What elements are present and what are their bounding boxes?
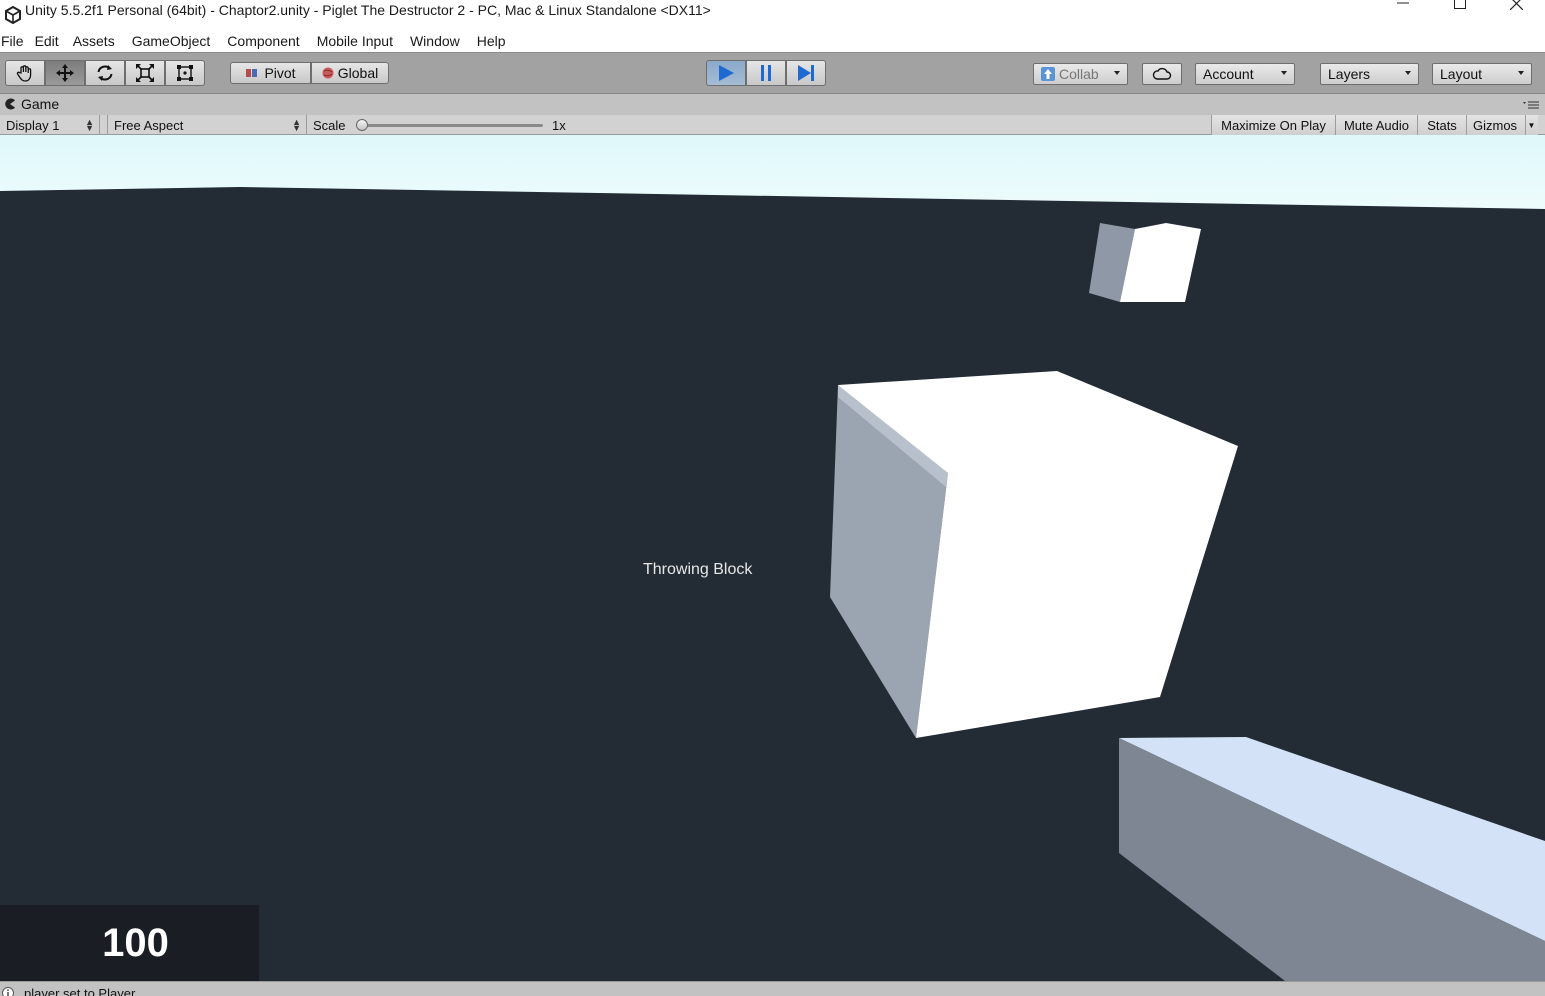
account-dropdown[interactable]: Account <box>1195 63 1295 85</box>
account-label: Account <box>1203 66 1254 82</box>
pivot-label: Pivot <box>264 65 296 81</box>
main-toolbar: Pivot Global Collab Account Layers Layou… <box>0 52 1545 94</box>
mute-audio-button[interactable]: Mute Audio <box>1335 115 1417 135</box>
maximize-label: Maximize On Play <box>1221 117 1326 133</box>
pivot-global-group: Pivot Global <box>230 62 389 84</box>
menu-assets[interactable]: Assets <box>73 33 123 49</box>
transform-tools <box>5 60 205 86</box>
cloud-icon <box>1152 67 1172 80</box>
cloud-button[interactable] <box>1142 63 1182 85</box>
layout-label: Layout <box>1440 66 1483 82</box>
menu-edit[interactable]: Edit <box>35 33 67 49</box>
scale-slider-thumb[interactable] <box>356 119 368 131</box>
game-tab-bar: Game <box>0 94 1545 115</box>
layers-label: Layers <box>1328 66 1371 82</box>
tab-game[interactable]: Game <box>4 96 59 112</box>
rotate-tool-button[interactable] <box>85 60 125 86</box>
game-tab-label: Game <box>21 96 60 112</box>
stats-button[interactable]: Stats <box>1417 115 1466 135</box>
global-label: Global <box>337 65 379 81</box>
close-icon <box>1510 0 1523 10</box>
menu-mobile-input[interactable]: Mobile Input <box>317 33 401 49</box>
mute-label: Mute Audio <box>1343 117 1410 133</box>
game-viewport[interactable]: Throwing Block 100 <box>0 135 1545 981</box>
minimize-icon <box>1396 2 1409 4</box>
step-icon <box>798 65 814 81</box>
collab-dropdown[interactable]: Collab <box>1033 63 1128 85</box>
updown-icon: ▲ ▼ <box>85 117 94 133</box>
scene-render <box>0 135 1545 981</box>
play-button[interactable] <box>706 60 746 86</box>
chevron-down-icon <box>1281 71 1287 75</box>
menu-file[interactable]: File <box>1 33 32 49</box>
status-bar[interactable]: player set to Player <box>0 981 1545 996</box>
info-icon <box>2 987 14 996</box>
chevron-down-icon[interactable]: ▼ <box>1525 115 1537 135</box>
window-titlebar: Unity 5.5.2f1 Personal (64bit) - Chaptor… <box>0 0 1545 30</box>
layers-dropdown[interactable]: Layers <box>1320 63 1419 85</box>
window-controls <box>1374 0 1545 30</box>
rect-tool-icon <box>177 65 193 81</box>
aspect-dropdown[interactable]: Free Aspect ▲ ▼ <box>107 115 307 135</box>
pacman-icon <box>5 98 15 110</box>
maximize-button[interactable] <box>1431 0 1488 18</box>
gizmos-dropdown[interactable]: Gizmos ▼ <box>1466 115 1538 135</box>
scale-control: Scale <box>313 115 346 135</box>
move-tool-button[interactable] <box>45 60 85 86</box>
collab-icon <box>1041 67 1055 81</box>
scale-icon <box>136 64 154 82</box>
move-icon <box>56 64 74 82</box>
minimize-button[interactable] <box>1374 0 1431 18</box>
display-label: Display 1 <box>6 117 60 133</box>
step-button[interactable] <box>786 60 826 86</box>
menu-gameobject[interactable]: GameObject <box>132 33 219 49</box>
rotate-icon <box>97 65 113 81</box>
unity-logo-icon <box>2 6 24 24</box>
aspect-label: Free Aspect <box>114 117 184 133</box>
score-value: 100 <box>102 920 169 965</box>
pivot-button[interactable]: Pivot <box>230 62 311 84</box>
pause-button[interactable] <box>746 60 786 86</box>
menu-help[interactable]: Help <box>477 33 514 49</box>
playback-controls <box>706 60 826 86</box>
maximize-on-play-button[interactable]: Maximize On Play <box>1211 115 1335 135</box>
hand-icon <box>16 65 32 82</box>
chevron-down-icon <box>1114 71 1120 75</box>
gizmos-label: Gizmos <box>1473 117 1518 133</box>
display-dropdown[interactable]: Display 1 ▲ ▼ <box>0 115 100 135</box>
window-title: Unity 5.5.2f1 Personal (64bit) - Chaptor… <box>25 2 711 18</box>
scale-value: 1x <box>552 117 566 133</box>
pause-icon <box>761 65 771 81</box>
close-button[interactable] <box>1488 0 1545 18</box>
chevron-down-icon <box>1518 71 1524 75</box>
globe-icon <box>322 67 334 79</box>
status-message: player set to Player <box>24 986 136 996</box>
game-view-toolbar: Display 1 ▲ ▼ Free Aspect ▲ ▼ Scale 1x Max… <box>0 115 1545 135</box>
collab-label: Collab <box>1059 66 1099 82</box>
play-icon <box>719 65 734 81</box>
global-button[interactable]: Global <box>311 62 389 84</box>
throwing-block-label: Throwing Block <box>643 561 753 578</box>
scale-label: Scale <box>313 117 346 133</box>
scale-slider[interactable] <box>356 119 543 131</box>
rect-tool-button[interactable] <box>165 60 205 86</box>
menu-component[interactable]: Component <box>227 33 307 49</box>
chevron-down-icon <box>1405 71 1411 75</box>
pivot-icon <box>246 69 258 77</box>
menu-bar: File Edit Assets GameObject Component Mo… <box>0 30 1545 52</box>
hand-tool-button[interactable] <box>5 60 45 86</box>
stats-label: Stats <box>1427 117 1457 133</box>
scale-tool-button[interactable] <box>125 60 165 86</box>
score-panel: 100 <box>0 905 259 981</box>
menu-window[interactable]: Window <box>410 33 468 49</box>
maximize-icon <box>1453 0 1466 9</box>
updown-icon: ▲ ▼ <box>292 117 301 133</box>
tab-menu-icon[interactable] <box>1523 100 1539 110</box>
layout-dropdown[interactable]: Layout <box>1432 63 1532 85</box>
